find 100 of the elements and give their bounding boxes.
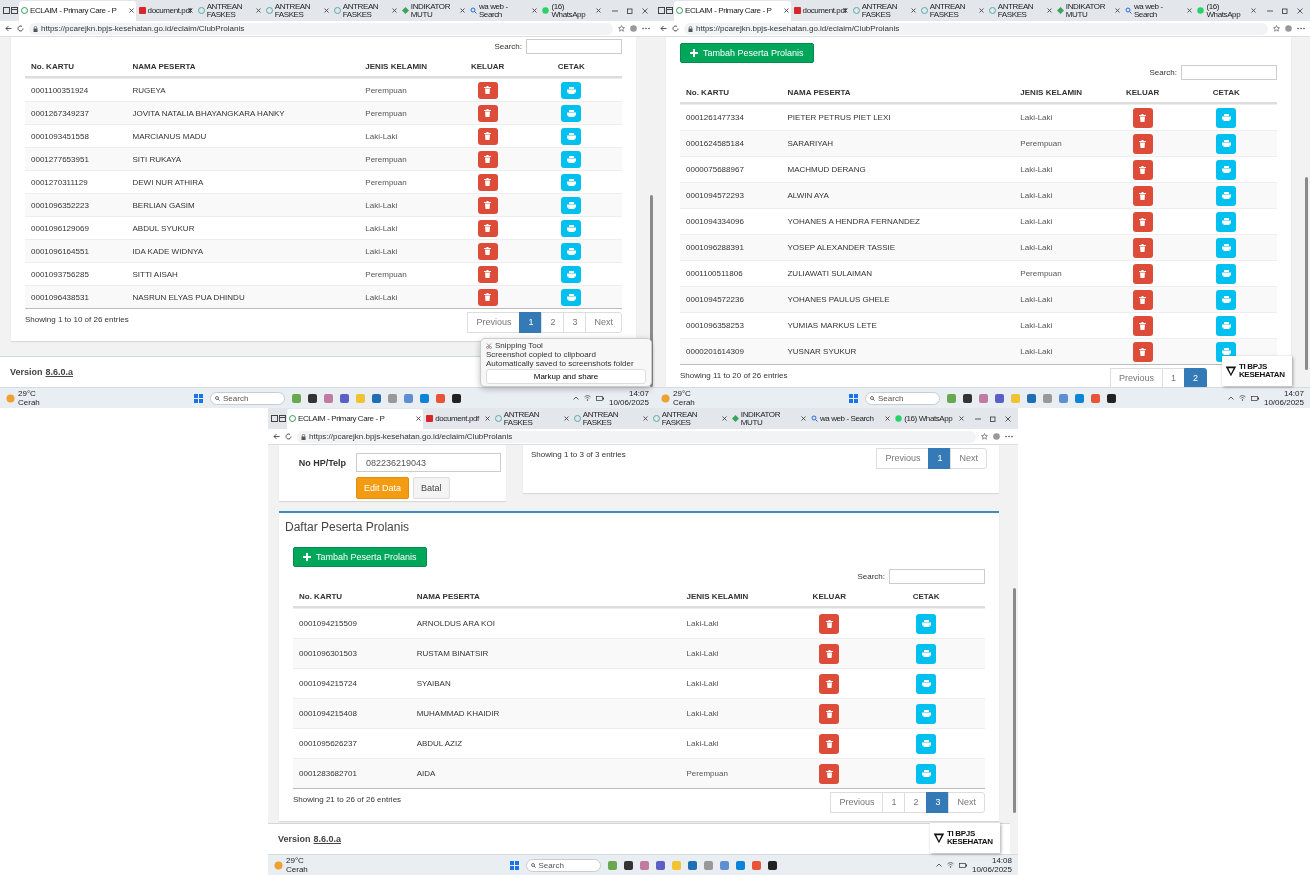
delete-button[interactable]: [1132, 315, 1153, 336]
browser-tab[interactable]: ANTREAN FASKES: [986, 0, 1054, 21]
minimize-icon[interactable]: [1267, 7, 1273, 14]
print-button[interactable]: [1216, 315, 1237, 336]
browser-tab[interactable]: ECLAIM - Primary Care - P: [19, 0, 136, 21]
close-icon[interactable]: [1046, 8, 1052, 13]
browser-tab[interactable]: ANTREAN FASKES: [850, 0, 918, 21]
chevron-icon[interactable]: [572, 396, 579, 400]
close-icon[interactable]: [563, 416, 569, 421]
scrollbar-thumb[interactable]: [1013, 588, 1016, 814]
delete-button[interactable]: [477, 265, 498, 283]
address-bar[interactable]: https://pcarejkn.bpjs-kesehatan.go.id/eclaim/ClubProlanis: [29, 22, 613, 35]
close-icon[interactable]: [1251, 8, 1256, 13]
browser-tab[interactable]: ECLAIM - Primary Care - P: [287, 408, 424, 429]
browser-tab[interactable]: (16) WhatsApp: [893, 408, 966, 429]
close-icon[interactable]: [391, 8, 397, 13]
profile-icon[interactable]: [1285, 25, 1292, 32]
close-icon[interactable]: [323, 8, 329, 13]
profile-icon[interactable]: [993, 433, 1000, 440]
back-icon[interactable]: [5, 25, 12, 32]
browser-tab[interactable]: ANTREAN FASKES: [331, 0, 399, 21]
start-icon[interactable]: [849, 393, 858, 403]
browser-tab[interactable]: ANTREAN FASKES: [492, 408, 571, 429]
tab-actions-icon[interactable]: [666, 7, 673, 14]
print-button[interactable]: [1216, 159, 1237, 180]
tab-actions-icon[interactable]: [279, 415, 286, 422]
pagination-link[interactable]: 3: [563, 312, 587, 333]
print-button[interactable]: [1216, 263, 1237, 284]
close-icon[interactable]: [1187, 8, 1193, 13]
chevron-icon[interactable]: [935, 863, 942, 867]
print-button[interactable]: [561, 219, 582, 237]
delete-button[interactable]: [477, 150, 498, 168]
back-icon[interactable]: [660, 25, 667, 32]
print-button[interactable]: [561, 150, 582, 168]
delete-button[interactable]: [477, 104, 498, 122]
print-button[interactable]: [561, 196, 582, 214]
tab-actions-icon[interactable]: [11, 7, 18, 14]
browser-tab[interactable]: wa web - Search: [808, 408, 893, 429]
print-button[interactable]: [561, 265, 582, 283]
address-bar[interactable]: https://pcarejkn.bpjs-kesehatan.go.id/eclaim/ClubProlanis: [297, 430, 976, 443]
taskbar-search[interactable]: Search: [865, 391, 940, 405]
print-button[interactable]: [916, 703, 937, 724]
search-field[interactable]: [1181, 65, 1277, 80]
print-button[interactable]: [561, 127, 582, 145]
delete-button[interactable]: [477, 288, 498, 306]
more-icon[interactable]: [1005, 435, 1013, 438]
restore-icon[interactable]: [627, 7, 633, 14]
refresh-icon[interactable]: [285, 433, 292, 440]
close-icon[interactable]: [187, 8, 193, 13]
print-button[interactable]: [561, 242, 582, 260]
delete-button[interactable]: [819, 703, 840, 724]
print-button[interactable]: [561, 104, 582, 122]
browser-tab[interactable]: ANTREAN FASKES: [263, 0, 331, 21]
close-icon[interactable]: [255, 8, 261, 13]
close-icon[interactable]: [1114, 8, 1120, 13]
pagination-link[interactable]: 1: [882, 792, 906, 813]
browser-tab[interactable]: ECLAIM - Primary Care - P: [674, 0, 791, 21]
close-icon[interactable]: [642, 7, 648, 14]
delete-button[interactable]: [477, 219, 498, 237]
search-field[interactable]: [889, 569, 985, 584]
browser-tab[interactable]: wa web - Search: [1122, 0, 1195, 21]
pagination-link[interactable]: 2: [541, 312, 565, 333]
delete-button[interactable]: [1132, 263, 1153, 284]
pagination-link[interactable]: 1: [519, 312, 543, 333]
close-icon[interactable]: [484, 416, 490, 421]
pagination-link[interactable]: Previous: [467, 312, 521, 333]
close-icon[interactable]: [596, 8, 601, 13]
print-button[interactable]: [561, 173, 582, 191]
browser-tab[interactable]: (16) WhatsApp: [1195, 0, 1258, 21]
address-bar[interactable]: https://pcarejkn.bpjs-kesehatan.go.id/eclaim/ClubProlanis: [684, 22, 1268, 35]
browser-tab[interactable]: ANTREAN FASKES: [650, 408, 729, 429]
pagination-link[interactable]: Next: [948, 792, 985, 813]
close-icon[interactable]: [885, 416, 891, 421]
print-button[interactable]: [561, 288, 582, 306]
star-icon[interactable]: [1273, 25, 1280, 32]
refresh-icon[interactable]: [672, 25, 679, 32]
star-icon[interactable]: [618, 25, 625, 32]
print-button[interactable]: [561, 81, 582, 99]
delete-button[interactable]: [477, 173, 498, 191]
close-icon[interactable]: [800, 416, 806, 421]
pagination-link[interactable]: 1: [928, 448, 952, 469]
delete-button[interactable]: [819, 673, 840, 694]
search-field[interactable]: [526, 39, 622, 54]
workspaces-icon[interactable]: [271, 415, 278, 422]
print-button[interactable]: [916, 673, 937, 694]
delete-button[interactable]: [1132, 133, 1153, 154]
back-icon[interactable]: [273, 433, 280, 440]
start-icon[interactable]: [509, 860, 519, 870]
version-link[interactable]: 8.6.0.a: [45, 367, 74, 377]
browser-tab[interactable]: INDIKATOR MUTU: [399, 0, 467, 21]
close-icon[interactable]: [842, 8, 848, 13]
delete-button[interactable]: [477, 196, 498, 214]
delete-button[interactable]: [1132, 159, 1153, 180]
scrollbar-thumb[interactable]: [1305, 177, 1308, 370]
close-icon[interactable]: [1005, 415, 1011, 422]
delete-button[interactable]: [477, 127, 498, 145]
close-icon[interactable]: [959, 416, 964, 421]
phone-field[interactable]: 082236219043: [356, 453, 501, 472]
chevron-icon[interactable]: [1227, 396, 1234, 400]
print-button[interactable]: [1216, 289, 1237, 310]
